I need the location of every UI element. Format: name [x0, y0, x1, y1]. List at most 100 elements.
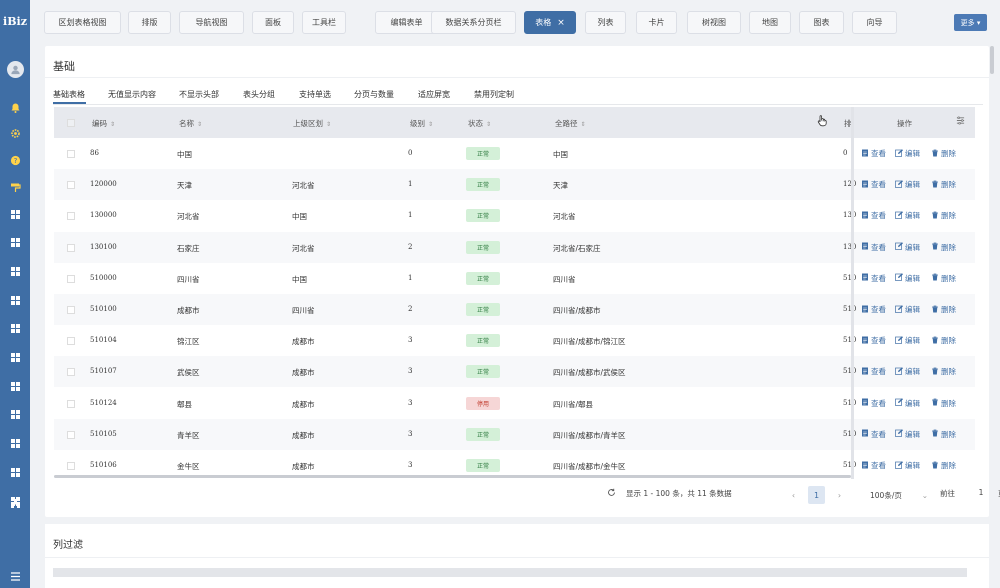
row-checkbox[interactable] [67, 181, 75, 190]
tab-item[interactable]: 工具栏 [302, 11, 346, 34]
grid-icon[interactable] [9, 466, 21, 478]
header-level[interactable]: 级别 ⇕ [410, 118, 433, 129]
card-title: 基础 [53, 60, 75, 73]
bell-icon[interactable] [9, 101, 21, 113]
cell-code: 120000 [90, 180, 117, 189]
row-checkbox[interactable] [67, 243, 75, 252]
next-page-button[interactable]: › [831, 486, 848, 504]
table-row[interactable]: 120000 天津 河北省 1 天津 120 正常 查看 编辑 删除 [54, 169, 975, 201]
paint-roller-icon[interactable] [9, 181, 21, 193]
grid-icon[interactable] [9, 294, 21, 306]
header-code[interactable]: 编码 ⇕ [92, 118, 115, 129]
sub-tab-item[interactable]: 支持单选 [299, 89, 331, 100]
tab-item[interactable]: 表格 × [524, 11, 576, 34]
cell-name: 河北省 [177, 212, 200, 222]
tab-item[interactable]: 区划表格视图 [44, 11, 121, 34]
sub-tab-item[interactable]: 分页与数量 [354, 89, 394, 100]
sub-tab-item[interactable]: 适应屏宽 [418, 89, 450, 100]
help-icon[interactable]: ? [9, 154, 21, 166]
table-row[interactable]: 86 中国 0 中国 0 正常 查看 编辑 删除 [54, 138, 975, 169]
status-badge: 正常 [466, 334, 500, 348]
tab-label: 排版 [141, 18, 158, 27]
sort-icon[interactable]: ⇕ [110, 121, 115, 128]
row-checkbox[interactable] [67, 212, 75, 221]
tab-item[interactable]: 面板 [252, 11, 294, 34]
cell-level: 1 [408, 180, 413, 189]
header-parent[interactable]: 上级区划 ⇕ [293, 118, 331, 129]
grid-icon[interactable] [9, 409, 21, 421]
tab-label: 导航视图 [195, 18, 228, 27]
grid-icon[interactable] [9, 265, 21, 277]
tab-label: 数据关系分页栏 [445, 18, 502, 27]
row-checkbox[interactable] [67, 462, 75, 470]
sub-tab-item[interactable]: 无值显示内容 [108, 89, 156, 100]
more-tabs-button[interactable]: 更多 ▾ [954, 14, 987, 31]
cell-level: 1 [408, 273, 413, 282]
tab-item[interactable]: 卡片 [636, 11, 677, 34]
table-row[interactable]: 130100 石家庄 河北省 2 河北省/石家庄 130 正常 查看 编辑 删除 [54, 231, 975, 263]
tab-item[interactable]: 树视图 [687, 11, 741, 34]
horizontal-scrollbar[interactable] [54, 475, 851, 478]
grid-icon[interactable] [9, 380, 21, 392]
table-row[interactable]: 510105 青羊区 成都市 3 四川省/成都市/青羊区 510 正常 查看 编辑 删除 [54, 418, 975, 450]
page-size-select[interactable]: 100条/页 ⌄ [867, 487, 931, 503]
cell-name: 中国 [177, 150, 192, 159]
grid-icon[interactable] [9, 237, 21, 249]
grid-icon[interactable] [9, 208, 21, 220]
sub-tab-item[interactable]: 基础表格 [53, 89, 85, 100]
tab-item[interactable]: 数据关系分页栏 [431, 11, 516, 34]
page-number-button[interactable]: 1 [808, 486, 825, 504]
row-checkbox[interactable] [67, 337, 75, 346]
select-all-checkbox[interactable] [67, 119, 75, 127]
sitemap-icon[interactable] [9, 497, 21, 509]
goto-page-input[interactable]: 1 [975, 488, 987, 497]
table-row[interactable]: 510124 郫县 成都市 3 四川省/郫县 510 停用 查看 编辑 删除 [54, 388, 975, 419]
row-checkbox[interactable] [67, 399, 75, 408]
tab-item[interactable]: 编辑表单 [375, 11, 438, 34]
sort-icon[interactable]: ⇕ [197, 121, 202, 128]
header-code-label: 编码 [92, 119, 107, 128]
refresh-icon[interactable] [607, 488, 616, 499]
grid-icon[interactable] [9, 438, 21, 450]
tab-item[interactable]: 排版 [128, 11, 171, 34]
tab-item[interactable]: 列表 [585, 11, 626, 34]
status-badge: 停用 [466, 396, 500, 410]
sub-tab-item[interactable]: 表头分组 [243, 89, 275, 100]
grid-icon[interactable] [9, 352, 21, 364]
gear-icon[interactable] [9, 127, 21, 139]
sort-icon[interactable]: ⇕ [581, 121, 586, 128]
cell-code: 510124 [90, 398, 117, 407]
menu-icon[interactable] [9, 570, 21, 582]
tab-item[interactable]: 图表 [799, 11, 844, 34]
header-path[interactable]: 全路径 ⇕ [555, 118, 586, 129]
tab-item[interactable]: 向导 [852, 11, 897, 34]
header-name[interactable]: 名称 ⇕ [179, 118, 202, 129]
cell-path: 四川省/成都市 [553, 306, 601, 315]
row-checkbox[interactable] [67, 274, 75, 283]
cell-path: 天津 [553, 181, 568, 191]
header-status[interactable]: 状态 ⇕ [468, 118, 491, 129]
grid-icon[interactable] [9, 323, 21, 335]
sub-tab-item[interactable]: 不显示头部 [179, 89, 219, 100]
close-icon[interactable]: × [557, 18, 565, 28]
row-checkbox[interactable] [67, 430, 75, 439]
sort-icon[interactable]: ⇕ [326, 121, 331, 128]
prev-page-button[interactable]: ‹ [785, 486, 802, 504]
row-checkbox[interactable] [67, 150, 75, 158]
avatar[interactable] [6, 61, 24, 78]
row-checkbox[interactable] [67, 368, 75, 377]
page-scrollbar[interactable] [990, 46, 994, 74]
tab-item[interactable]: 地图 [749, 11, 791, 34]
tab-item[interactable]: 导航视图 [179, 11, 244, 34]
sort-icon[interactable]: ⇕ [428, 121, 433, 128]
table-row[interactable]: 510107 武侯区 成都市 3 四川省/成都市/武侯区 510 正常 查看 编辑 删除 [54, 356, 975, 388]
sort-icon[interactable]: ⇕ [486, 121, 491, 128]
table-row[interactable]: 510000 四川省 中国 1 四川省 510 正常 查看 编辑 删除 [54, 263, 975, 294]
table-row[interactable]: 130000 河北省 中国 1 河北省 130 正常 查看 编辑 删除 [54, 200, 975, 231]
tab-label: 编辑表单 [390, 18, 423, 27]
sub-tab-item[interactable]: 禁用列定制 [474, 89, 514, 100]
row-checkbox[interactable] [67, 306, 75, 314]
table-row[interactable]: 510104 锦江区 成都市 3 四川省/成都市/锦江区 510 正常 查看 编辑 删除 [54, 325, 975, 356]
table-row[interactable]: 510100 成都市 四川省 2 四川省/成都市 510 正常 查看 编辑 删除 [54, 294, 975, 325]
status-badge: 正常 [466, 271, 500, 285]
